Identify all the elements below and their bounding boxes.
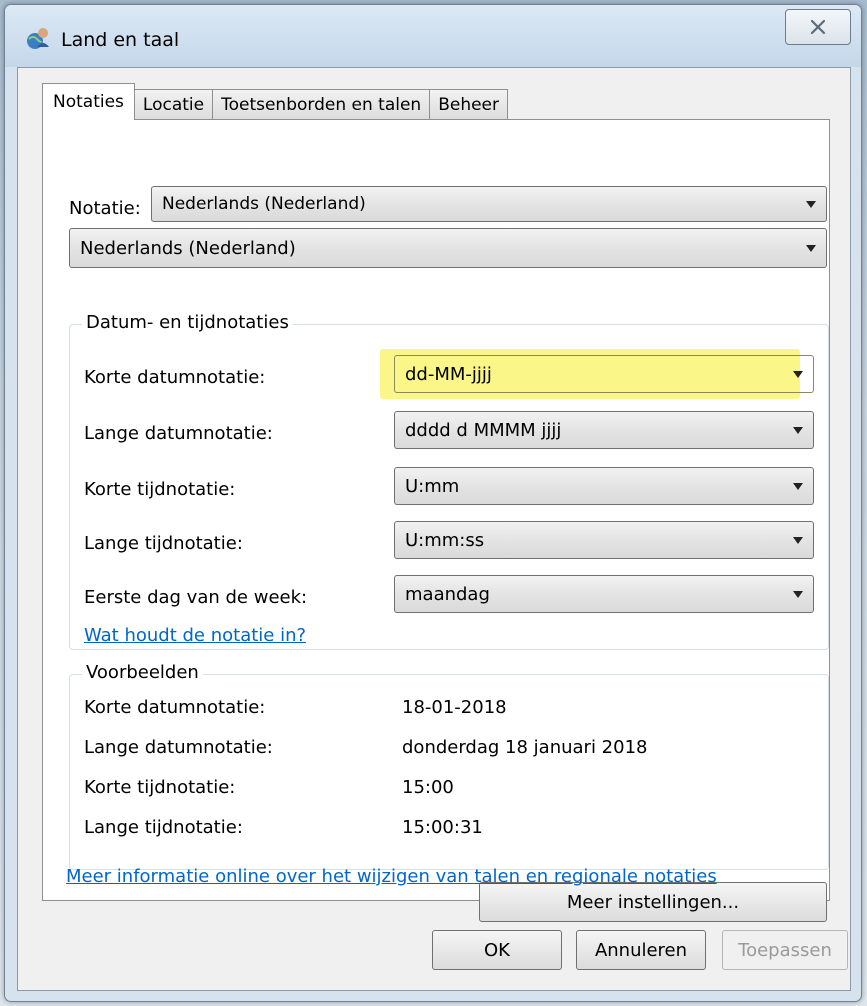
more-info-online-link[interactable]: Meer informatie online over het wijzigen… xyxy=(66,866,717,887)
group-title: Datum- en tijdnotaties xyxy=(82,312,293,333)
apply-button[interactable]: Toepassen xyxy=(722,930,848,970)
notatie-label: Notatie: xyxy=(69,198,141,219)
short-time-dropdown[interactable]: U:mm xyxy=(394,467,814,505)
globe-user-icon xyxy=(27,28,49,49)
tab-panel-notaties: Notatie: Nederlands (Nederland) Nederlan… xyxy=(42,119,830,922)
land-en-taal-dialog: Land en taal Notaties Locatie Toetsenbor… xyxy=(4,4,862,1002)
tab-beheer[interactable]: Beheer xyxy=(429,89,509,120)
first-day-dropdown[interactable]: maandag xyxy=(394,575,814,613)
chevron-down-icon xyxy=(793,427,803,434)
example-long-time-value: 15:00:31 xyxy=(402,817,483,838)
dialog-client-area: Notaties Locatie Toetsenborden en talen … xyxy=(17,67,851,991)
chevron-down-icon xyxy=(806,201,816,208)
date-time-formats-group: Datum- en tijdnotaties Korte datumnotati… xyxy=(69,312,829,650)
short-date-label: Korte datumnotatie: xyxy=(84,367,266,388)
format-dropdown-value: Nederlands (Nederland) xyxy=(80,237,296,259)
chevron-down-icon xyxy=(793,483,803,490)
example-short-date-label: Korte datumnotatie: xyxy=(84,697,266,718)
close-icon xyxy=(810,19,826,35)
example-short-date-value: 18-01-2018 xyxy=(402,697,507,718)
long-time-value: U:mm:ss xyxy=(405,529,485,551)
chevron-down-icon xyxy=(806,245,816,252)
title-bar[interactable]: Land en taal xyxy=(5,5,861,67)
short-date-value: dd-MM-jjjj xyxy=(405,363,492,385)
cancel-button[interactable]: Annuleren xyxy=(576,930,706,970)
example-short-time-value: 15:00 xyxy=(402,777,454,798)
short-time-value: U:mm xyxy=(405,475,460,497)
long-time-dropdown[interactable]: U:mm:ss xyxy=(394,521,814,559)
chevron-down-icon xyxy=(793,537,803,544)
notatie-dropdown-value: Nederlands (Nederland) xyxy=(162,194,366,214)
long-date-label: Lange datumnotatie: xyxy=(84,423,273,444)
long-time-label: Lange tijdnotatie: xyxy=(84,533,243,554)
example-short-time-label: Korte tijdnotatie: xyxy=(84,777,236,798)
examples-group: Voorbeelden Korte datumnotatie: 18-01-20… xyxy=(69,662,829,870)
close-button[interactable] xyxy=(785,9,851,45)
long-date-dropdown[interactable]: dddd d MMMM jjjj xyxy=(394,411,814,449)
tab-notaties[interactable]: Notaties xyxy=(42,83,135,120)
short-date-dropdown[interactable]: dd-MM-jjjj xyxy=(394,355,814,393)
chevron-down-icon xyxy=(793,371,803,378)
notatie-dropdown[interactable]: Nederlands (Nederland) xyxy=(151,186,827,222)
short-time-label: Korte tijdnotatie: xyxy=(84,479,236,500)
example-long-date-label: Lange datumnotatie: xyxy=(84,737,273,758)
tab-strip: Notaties Locatie Toetsenborden en talen … xyxy=(42,83,509,120)
ok-button[interactable]: OK xyxy=(432,930,562,970)
chevron-down-icon xyxy=(793,591,803,598)
example-long-date-value: donderdag 18 januari 2018 xyxy=(402,737,648,758)
first-day-label: Eerste dag van de week: xyxy=(84,587,308,608)
first-day-value: maandag xyxy=(405,583,490,605)
format-help-link[interactable]: Wat houdt de notatie in? xyxy=(84,625,306,646)
more-settings-button[interactable]: Meer instellingen... xyxy=(479,882,827,922)
window-title: Land en taal xyxy=(61,29,180,51)
tab-locatie[interactable]: Locatie xyxy=(133,89,214,120)
tab-toetsenborden-en-talen[interactable]: Toetsenborden en talen xyxy=(212,89,431,120)
long-date-value: dddd d MMMM jjjj xyxy=(405,419,562,441)
format-dropdown[interactable]: Nederlands (Nederland) xyxy=(69,228,827,268)
example-long-time-label: Lange tijdnotatie: xyxy=(84,817,243,838)
group-title: Voorbeelden xyxy=(82,662,203,683)
